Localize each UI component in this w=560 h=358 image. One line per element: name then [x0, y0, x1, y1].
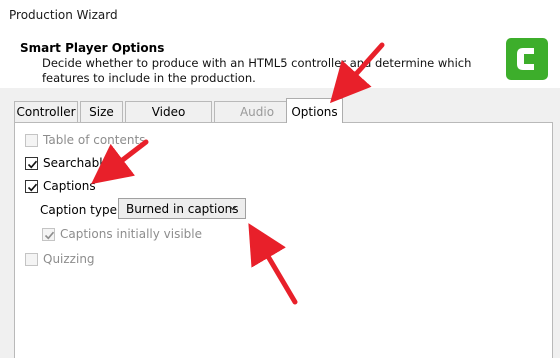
caption-type-value: Burned in captions — [126, 202, 239, 216]
wizard-header: Smart Player Options Decide whether to p… — [0, 31, 560, 89]
tab-size[interactable]: Size — [80, 101, 123, 122]
tab-video-settings[interactable]: Video settings — [125, 101, 212, 139]
captions-checkbox[interactable] — [25, 180, 38, 193]
title-bar: Production Wizard — [0, 0, 560, 31]
checkmark-icon — [27, 160, 38, 169]
captions-label[interactable]: Captions — [43, 179, 96, 193]
tab-controller[interactable]: Controller — [14, 101, 78, 122]
chevron-down-icon — [229, 206, 237, 211]
checkmark-icon — [27, 183, 38, 192]
tab-options[interactable]: Options — [286, 98, 343, 123]
checkmark-icon — [44, 231, 55, 240]
caption-type-label: Caption type: — [40, 203, 121, 217]
camtasia-logo-icon — [506, 38, 548, 80]
captions-initially-visible-checkbox — [42, 228, 55, 241]
window-title: Production Wizard — [9, 8, 118, 22]
header-description: Decide whether to produce with an HTML5 … — [42, 56, 472, 85]
searchable-label[interactable]: Searchable — [43, 156, 110, 170]
quizzing-label: Quizzing — [43, 252, 95, 266]
quizzing-checkbox — [25, 253, 38, 266]
caption-type-dropdown[interactable]: Burned in captions — [118, 198, 246, 219]
table-of-contents-label: Table of contents — [43, 133, 146, 147]
table-of-contents-checkbox — [25, 134, 38, 147]
header-title: Smart Player Options — [20, 41, 165, 55]
searchable-checkbox[interactable] — [25, 157, 38, 170]
captions-initially-visible-label: Captions initially visible — [60, 227, 203, 241]
